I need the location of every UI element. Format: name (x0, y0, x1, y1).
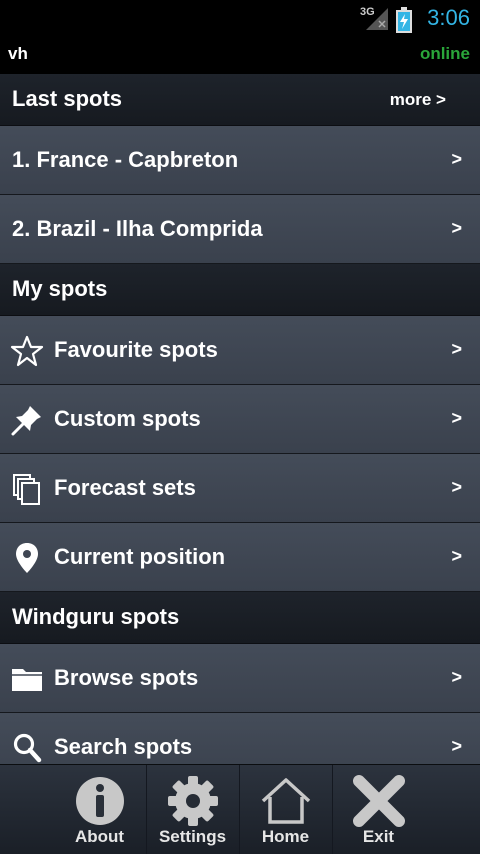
bottom-nav: About Settings Home Exit (0, 764, 480, 854)
section-title: My spots (12, 276, 108, 301)
section-last-spots: Last spots more > (0, 74, 480, 126)
list-item-label: Browse spots (54, 665, 199, 690)
menu-list[interactable]: Last spots more > 1. France - Capbreton … (0, 74, 480, 764)
nav-label: Exit (362, 827, 395, 846)
list-item-label: Search spots (54, 734, 193, 759)
location-icon (16, 543, 38, 573)
section-my-spots: My spots (0, 264, 480, 316)
title-bar: vh online (0, 38, 480, 74)
list-item-last-spot-2[interactable]: 2. Brazil - Ilha Comprida > (0, 195, 480, 264)
list-item-current-position[interactable]: Current position > (0, 523, 480, 592)
search-icon (13, 733, 42, 763)
chevron-right-icon: > (451, 477, 462, 497)
signal-icon (366, 8, 388, 30)
star-icon (10, 335, 44, 367)
folder-icon (12, 669, 42, 691)
list-item-last-spot-1[interactable]: 1. France - Capbreton > (0, 126, 480, 195)
section-windguru-spots: Windguru spots (0, 592, 480, 644)
list-item-forecast-sets[interactable]: Forecast sets > (0, 454, 480, 523)
nav-home-button[interactable]: Home (239, 765, 332, 854)
chevron-right-icon: > (451, 667, 462, 687)
clock: 3:06 (427, 5, 470, 30)
list-item-label: Current position (54, 544, 226, 569)
list-item-label: Custom spots (54, 406, 201, 431)
section-title: Last spots (12, 86, 123, 111)
list-item-label: Forecast sets (54, 475, 196, 500)
nav-label: About (74, 827, 125, 846)
chevron-right-icon: > (451, 408, 462, 428)
list-item-label: 1. France - Capbreton (12, 147, 239, 172)
list-item-favourite-spots[interactable]: Favourite spots > (0, 316, 480, 385)
chevron-right-icon: > (451, 736, 462, 756)
nav-about-button[interactable]: About (53, 765, 146, 854)
home-icon (261, 778, 311, 824)
chevron-right-icon: > (451, 546, 462, 566)
info-icon (76, 777, 124, 825)
status-bar: 3G 3:06 (0, 0, 480, 38)
section-title: Windguru spots (12, 604, 180, 629)
nav-exit-button[interactable]: Exit (332, 765, 425, 854)
gear-icon (168, 776, 218, 826)
nav-label: Home (261, 827, 310, 846)
copy-icon (13, 474, 40, 505)
nav-label: Settings (158, 827, 227, 846)
chevron-right-icon: > (451, 218, 462, 238)
close-icon (353, 775, 405, 827)
list-item-custom-spots[interactable]: Custom spots > (0, 385, 480, 454)
nav-settings-button[interactable]: Settings (146, 765, 239, 854)
username: vh (8, 44, 28, 63)
chevron-right-icon: > (451, 149, 462, 169)
list-item-search-spots[interactable]: Search spots > (0, 713, 480, 764)
list-item-browse-spots[interactable]: Browse spots > (0, 644, 480, 713)
more-link[interactable]: more > (390, 90, 446, 110)
battery-icon (396, 7, 412, 33)
pin-icon (11, 406, 41, 436)
chevron-right-icon: > (451, 339, 462, 359)
list-item-label: 2. Brazil - Ilha Comprida (12, 216, 263, 241)
list-item-label: Favourite spots (54, 337, 218, 362)
connection-status: online (419, 44, 470, 63)
